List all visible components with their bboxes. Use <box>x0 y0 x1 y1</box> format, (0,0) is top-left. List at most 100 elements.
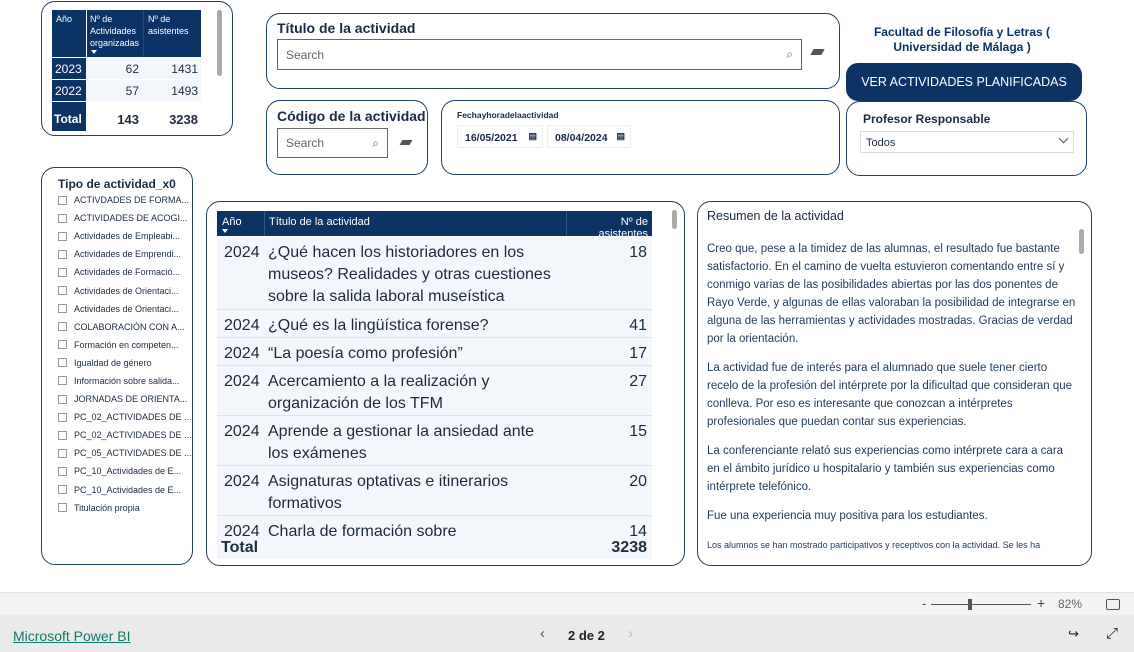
scrollbar[interactable] <box>217 10 222 76</box>
date-filter-label: Fechayhoradelaactividad <box>457 110 559 120</box>
professor-dropdown[interactable]: Todos <box>860 131 1074 153</box>
scrollbar[interactable] <box>1079 229 1084 254</box>
header-year[interactable]: Año <box>56 14 72 24</box>
activities-table-card: Año Título de la actividad Nº de asisten… <box>206 201 685 566</box>
option-label: Actividades de Emprendi... <box>74 249 182 260</box>
checkbox[interactable] <box>58 213 67 223</box>
attendees-cell: 18 <box>629 244 647 261</box>
checkbox[interactable] <box>58 249 67 259</box>
faculty-title: Facultad de Filosofía y Letras ( Univers… <box>846 25 1078 55</box>
share-icon[interactable]: ↪ <box>1068 626 1079 642</box>
table-row[interactable]: 2024 Charla de formación sobre 14 <box>217 516 652 537</box>
checkbox[interactable] <box>58 304 67 314</box>
professor-filter-label: Profesor Responsable <box>863 112 991 126</box>
checkbox[interactable] <box>58 286 67 296</box>
code-filter-card: Código de la actividad Search ⌕ <box>266 100 428 175</box>
checkbox[interactable] <box>58 485 67 495</box>
header-title[interactable]: Título de la actividad <box>264 211 566 236</box>
power-bi-link[interactable]: Microsoft Power BI <box>13 628 130 644</box>
fullscreen-icon[interactable]: ⤢ <box>1106 625 1118 642</box>
activity-type-option[interactable]: PC_02_ACTIVIDADES DE ... <box>57 408 192 426</box>
option-label: Información sobre salida... <box>74 375 180 386</box>
activity-type-option[interactable]: JORNADAS DE ORIENTA... <box>57 390 192 408</box>
faculty-line1: Facultad de Filosofía y Letras ( <box>873 25 1051 39</box>
zoom-in-button[interactable]: + <box>1037 595 1045 611</box>
activity-type-option[interactable]: Actividades de Orientaci... <box>57 281 192 299</box>
start-date-input[interactable]: 16/05/2021 ▤ <box>457 125 543 148</box>
checkbox[interactable] <box>58 195 67 205</box>
checkbox[interactable] <box>58 267 67 277</box>
activity-type-option[interactable]: ACTIVDADES DE FORMA... <box>57 191 192 209</box>
activity-type-option[interactable]: Titulación propia <box>57 499 192 517</box>
activity-type-option[interactable]: Actividades de Formació... <box>57 263 192 281</box>
end-date-input[interactable]: 08/04/2024 ▤ <box>547 125 631 148</box>
option-label: Actividades de Empleabi... <box>74 231 181 242</box>
title-cell: ¿Qué es la lingüística forense? <box>268 317 489 334</box>
zoom-slider[interactable] <box>931 604 1031 605</box>
eraser-icon[interactable] <box>399 140 413 145</box>
table-row[interactable]: 2024 “La poesía como profesión” 17 <box>217 338 652 366</box>
table-row[interactable]: 2024 ¿Qué es la lingüística forense? 41 <box>217 310 652 338</box>
table-row[interactable]: 2024 Asignaturas optativas e itinerarios … <box>217 466 652 516</box>
activity-type-option[interactable]: PC_05_ACTIVIDADES DE ... <box>57 444 192 462</box>
prev-page-button[interactable]: ‹ <box>540 625 545 642</box>
year-cell: 2024 <box>224 523 260 537</box>
activity-type-option[interactable]: Formación en competen... <box>57 336 192 354</box>
total-label: Total <box>221 539 259 556</box>
header-attendees[interactable]: Nº de asistentes <box>566 211 652 240</box>
activity-type-list: ACTIVDADES DE FORMA... ACTIVIDADES DE ACO… <box>57 191 192 517</box>
professor-selected-value: Todos <box>866 137 896 149</box>
activity-type-option[interactable]: PC_10_Actividades de E... <box>57 481 192 499</box>
zoom-out-button[interactable]: - <box>922 596 926 611</box>
checkbox[interactable] <box>58 322 67 332</box>
table-row[interactable]: 2024 Aprende a gestionar la ansiedad ante… <box>217 416 652 466</box>
option-label: PC_10_Actividades de E... <box>74 466 182 477</box>
activity-type-option[interactable]: Actividades de Empleabi... <box>57 227 192 245</box>
zoom-slider-handle[interactable] <box>968 599 972 610</box>
option-label: Formación en competen... <box>74 339 179 350</box>
checkbox[interactable] <box>58 412 67 422</box>
table-row[interactable]: 2024 Acercamiento a la realización y orga… <box>217 366 652 416</box>
activity-type-label: Tipo de actividad_x0 <box>58 177 176 191</box>
professor-filter-card: Profesor Responsable Todos <box>846 101 1087 176</box>
planned-activities-button[interactable]: VER ACTIVIDADES PLANIFICADAS <box>846 63 1082 101</box>
code-search-input[interactable]: Search ⌕ <box>277 128 388 158</box>
attendees-cell: 41 <box>629 317 647 334</box>
checkbox[interactable] <box>58 394 67 404</box>
title-cell: Acercamiento a la realización y organiza… <box>268 373 490 412</box>
checkbox[interactable] <box>58 358 67 368</box>
activities-cell: 62 <box>86 58 143 79</box>
checkbox[interactable] <box>58 503 67 513</box>
activity-type-option[interactable]: Igualdad de género <box>57 354 192 372</box>
activity-type-option[interactable]: PC_02_ACTIVIDADES DE ... <box>57 426 192 444</box>
activity-type-option[interactable]: COLABORACIÓN CON A... <box>57 318 192 336</box>
checkbox[interactable] <box>58 466 67 476</box>
activity-type-option[interactable]: Actividades de Emprendi... <box>57 245 192 263</box>
attendees-cell: 1431 <box>143 58 201 79</box>
fit-to-page-icon[interactable] <box>1106 599 1120 610</box>
title-search-input[interactable]: Search ⌕ <box>277 39 802 70</box>
calendar-icon[interactable]: ▤ <box>616 131 625 142</box>
option-label: Actividades de Orientaci... <box>74 303 179 314</box>
activity-type-option[interactable]: ACTIVIDADES DE ACOGI... <box>57 209 192 227</box>
header-year[interactable]: Año <box>222 216 242 228</box>
next-page-button[interactable]: › <box>628 625 633 642</box>
calendar-icon[interactable]: ▤ <box>528 131 537 142</box>
activity-type-option[interactable]: Información sobre salida... <box>57 372 192 390</box>
table-row[interactable]: 2024 ¿Qué hacen los historiadores en los … <box>217 237 652 310</box>
checkbox[interactable] <box>58 448 67 458</box>
activity-type-option[interactable]: Actividades de Orientaci... <box>57 300 192 318</box>
attendees-cell: 1493 <box>143 80 201 101</box>
option-label: Actividades de Orientaci... <box>74 285 179 296</box>
checkbox[interactable] <box>58 340 67 350</box>
header-attendees[interactable]: Nº de asistentes <box>143 10 201 57</box>
checkbox[interactable] <box>58 376 67 386</box>
checkbox[interactable] <box>58 430 67 440</box>
activity-type-option[interactable]: PC_10_Actividades de E... <box>57 462 192 480</box>
title-cell: Asignaturas optativas e itinerarios form… <box>268 473 509 512</box>
checkbox[interactable] <box>58 231 67 241</box>
option-label: PC_02_ACTIVIDADES DE ... <box>74 430 192 441</box>
scrollbar[interactable] <box>672 210 677 229</box>
eraser-icon[interactable] <box>810 49 825 55</box>
search-placeholder: Search <box>286 136 325 150</box>
